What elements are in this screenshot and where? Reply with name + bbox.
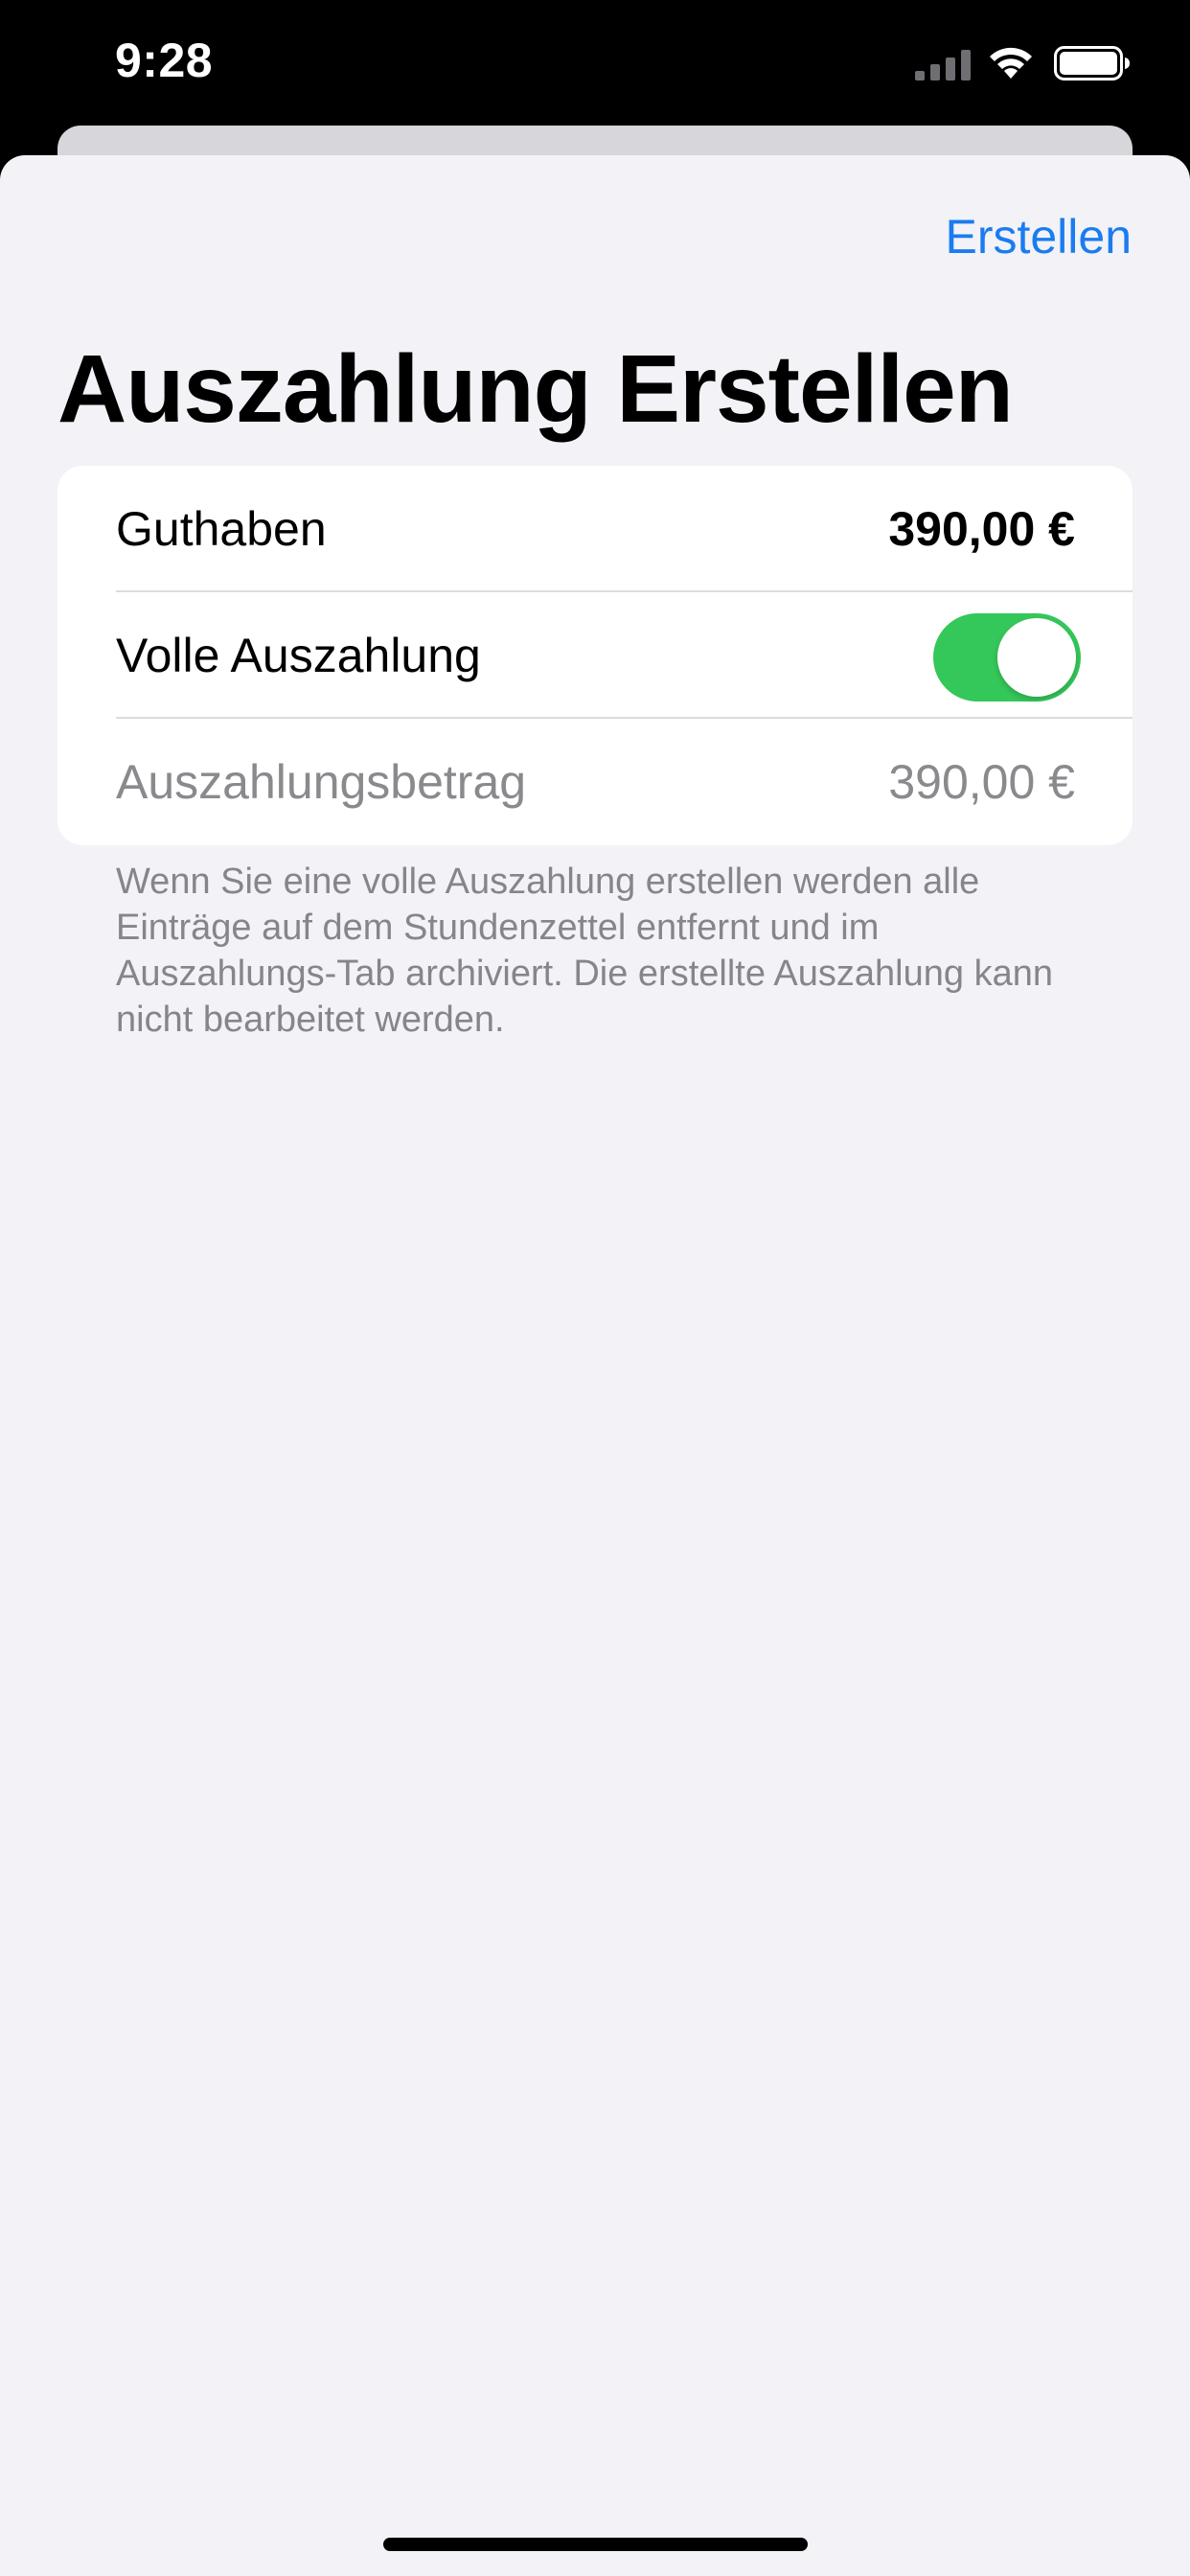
cellular-signal-icon <box>915 50 971 80</box>
payout-amount-field: 390,00 € <box>888 755 1075 809</box>
battery-icon <box>1054 46 1130 80</box>
modal-sheet: Erstellen Auszahlung Erstellen Guthaben … <box>0 155 1190 2576</box>
balance-row: Guthaben 390,00 € <box>57 466 1133 592</box>
full-payout-row: Volle Auszahlung <box>57 592 1133 719</box>
balance-value: 390,00 € <box>888 502 1075 556</box>
payout-amount-row: Auszahlungsbetrag 390,00 € <box>57 719 1133 845</box>
create-button[interactable]: Erstellen <box>945 209 1132 264</box>
page-title: Auszahlung Erstellen <box>57 335 1014 443</box>
wifi-icon <box>990 47 1032 79</box>
home-indicator[interactable] <box>383 2538 808 2551</box>
footer-note: Wenn Sie eine volle Auszahlung erstellen… <box>116 862 1053 1040</box>
payout-amount-label: Auszahlungsbetrag <box>116 755 527 809</box>
toggle-knob <box>997 618 1076 697</box>
status-bar: 9:28 <box>0 0 1190 134</box>
status-time: 9:28 <box>115 34 214 87</box>
full-payout-toggle[interactable] <box>933 613 1081 702</box>
full-payout-label: Volle Auszahlung <box>116 629 481 682</box>
payout-form-group: Guthaben 390,00 € Volle Auszahlung Ausza… <box>57 466 1133 845</box>
balance-label: Guthaben <box>116 502 327 556</box>
